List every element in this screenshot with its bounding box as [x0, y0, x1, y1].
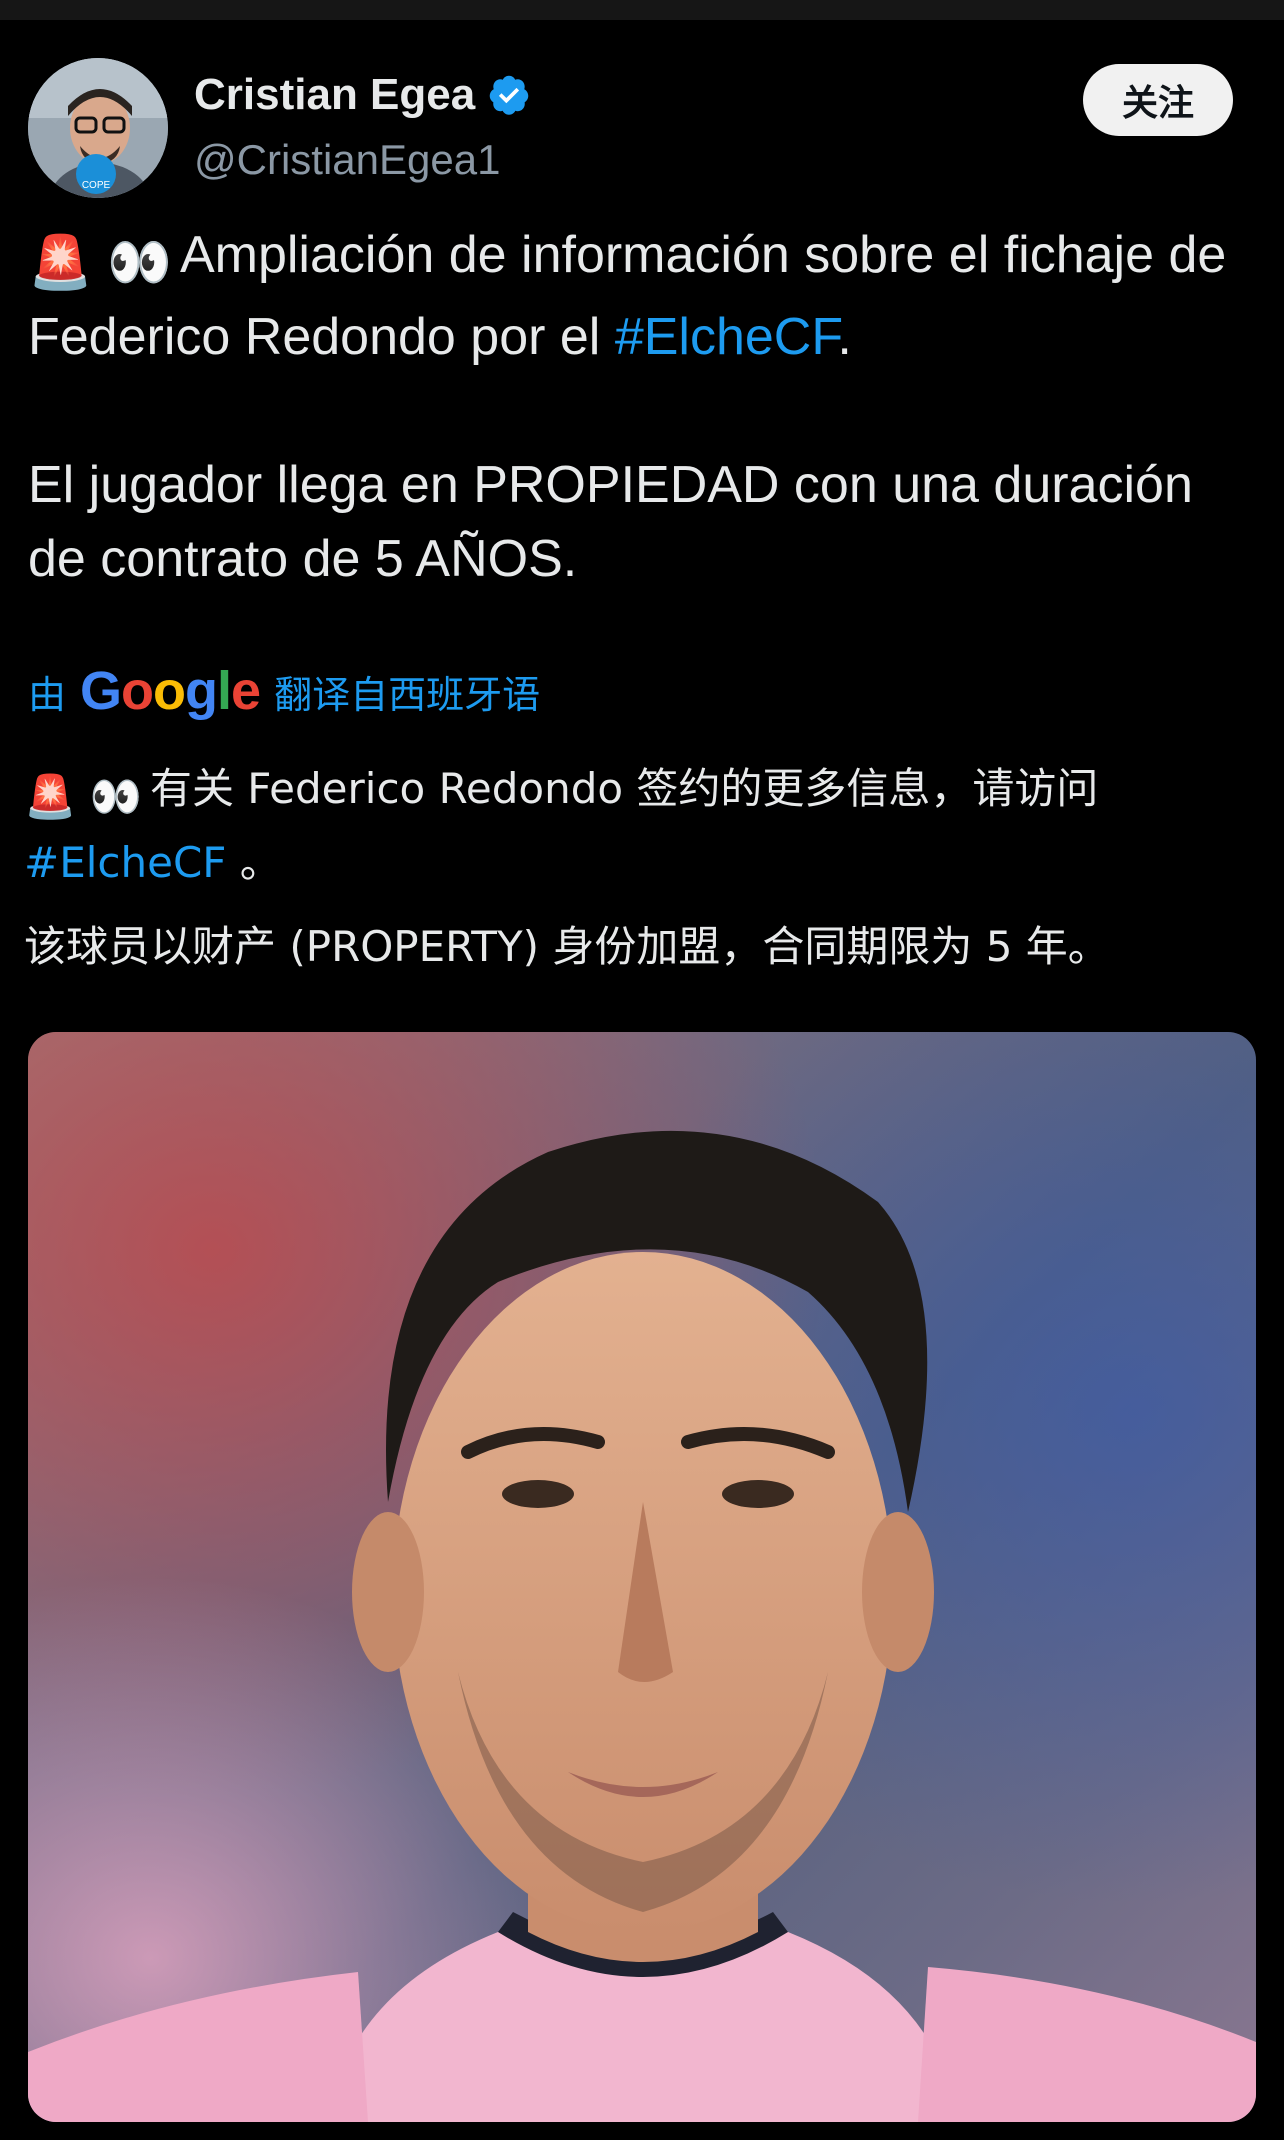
tweet-paragraph-1-end: . — [837, 308, 852, 366]
google-logo: Google — [80, 661, 261, 721]
translated-hashtag-link[interactable]: #ElcheCF — [24, 838, 226, 887]
tweet-text: 🚨 👀 Ampliación de información sobre el fi… — [28, 218, 1258, 596]
author-name[interactable]: Cristian Egea — [194, 70, 475, 120]
player-portrait-image — [28, 1032, 1256, 2122]
tweet-photo[interactable] — [28, 1032, 1256, 2122]
hashtag-link[interactable]: #ElcheCF — [615, 308, 838, 366]
author-handle[interactable]: @CristianEgea1 — [194, 136, 500, 184]
translated-text: 🚨 👀 有关 Federico Redondo 签约的更多信息，请访问 #Elche… — [24, 756, 1260, 980]
tweet-paragraph-1: 🚨 👀 Ampliación de información sobre el fi… — [28, 218, 1258, 374]
translation-attribution[interactable]: 由 Google 翻译自西班牙语 — [28, 660, 540, 722]
author-name-row: Cristian Egea — [194, 70, 531, 120]
translated-by-prefix: 由 — [28, 672, 67, 717]
translated-paragraph-1-text: 有关 Federico Redondo 签约的更多信息，请访问 — [149, 764, 1099, 813]
siren-eyes-emoji-icon: 🚨 👀 — [24, 772, 142, 821]
tweet-paragraph-2: El jugador llega en PROPIEDAD con una du… — [28, 456, 1193, 588]
translated-paragraph-1-end: 。 — [226, 838, 282, 887]
translated-paragraph-1: 🚨 👀 有关 Federico Redondo 签约的更多信息，请访问 #Elche… — [24, 756, 1260, 896]
translated-paragraph-2: 该球员以财产 (PROPERTY) 身份加盟，合同期限为 5 年。 — [24, 922, 1110, 971]
follow-button[interactable]: 关注 — [1083, 64, 1233, 136]
siren-eyes-emoji-icon: 🚨 👀 — [28, 234, 172, 292]
tweet-header: COPE Cristian Egea @CristianEgea1 关注 — [0, 58, 1284, 208]
top-edge-strip — [0, 0, 1284, 20]
translated-from-label: 翻译自西班牙语 — [274, 672, 541, 717]
verified-badge-icon — [489, 75, 529, 115]
avatar[interactable]: COPE — [28, 58, 168, 198]
avatar-image: COPE — [28, 58, 168, 198]
avatar-badge-text: COPE — [82, 180, 111, 191]
